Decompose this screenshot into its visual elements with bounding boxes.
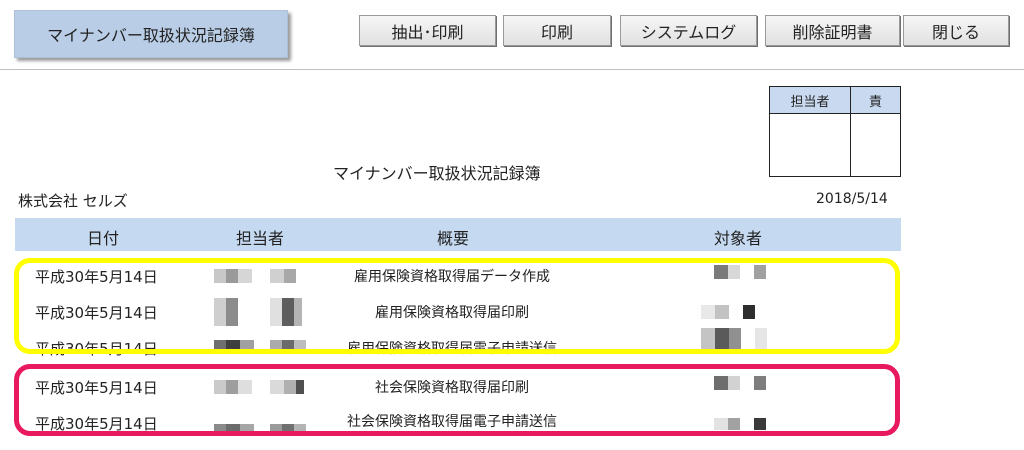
signature-box: 担当者 責	[769, 86, 901, 177]
header-person: 担当者	[235, 229, 285, 248]
company-name: 株式会社 セルズ	[18, 192, 128, 210]
system-log-button[interactable]: システムログ	[620, 15, 757, 46]
document-date: 2018/5/14	[816, 191, 888, 207]
app-title-box: マイナンバー取扱状況記録簿	[14, 10, 288, 58]
header-summary: 概要	[436, 229, 470, 248]
header-date: 日付	[86, 229, 120, 248]
document-title: マイナンバー取扱状況記録簿	[333, 164, 541, 183]
toolbar-divider	[0, 69, 1024, 70]
signature-responsible-cell	[850, 113, 901, 177]
table-header: 日付 担当者 概要 対象者	[15, 218, 901, 251]
extract-print-button[interactable]: 抽出･印刷	[359, 15, 496, 46]
print-button[interactable]: 印刷	[503, 15, 611, 46]
highlight-social-insurance	[14, 364, 900, 436]
close-button[interactable]: 閉じる	[903, 15, 1009, 46]
deletion-certificate-button[interactable]: 削除証明書	[765, 15, 900, 46]
signature-responsible-label: 責	[850, 86, 901, 114]
signature-person-cell	[769, 113, 851, 177]
header-subject: 対象者	[713, 229, 763, 248]
highlight-employment-insurance	[14, 258, 900, 354]
signature-person-label: 担当者	[769, 86, 851, 114]
app-title: マイナンバー取扱状況記録簿	[47, 26, 255, 45]
